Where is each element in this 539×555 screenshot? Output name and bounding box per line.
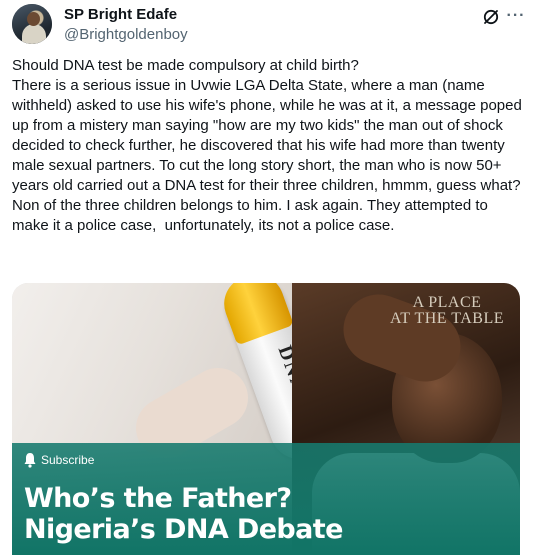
bell-icon	[24, 453, 36, 468]
author-handle[interactable]: @Brightgoldenboy	[64, 26, 188, 43]
tweet-text: Should DNA test be made compulsory at ch…	[12, 57, 522, 234]
brand-logo: A PLACE AT THE TABLE	[389, 294, 505, 327]
avatar[interactable]	[12, 4, 52, 44]
author-name[interactable]: SP Bright Edafe	[64, 6, 177, 23]
headline: Who’s the Father? Nigeria’s DNA Debate	[24, 483, 343, 545]
headline-line-1: Who’s the Father?	[24, 483, 292, 514]
subscribe-label: Subscribe	[41, 453, 95, 467]
media-image[interactable]: DNA A PLACE AT THE TABLE Subscribe Who’s…	[12, 283, 520, 555]
tweet: SP Bright Edafe @Brightgoldenboy ··· Sho…	[0, 0, 539, 555]
more-icon[interactable]: ···	[506, 7, 526, 27]
headline-line-2: Nigeria’s DNA Debate	[24, 514, 343, 545]
grok-icon[interactable]	[482, 8, 500, 26]
